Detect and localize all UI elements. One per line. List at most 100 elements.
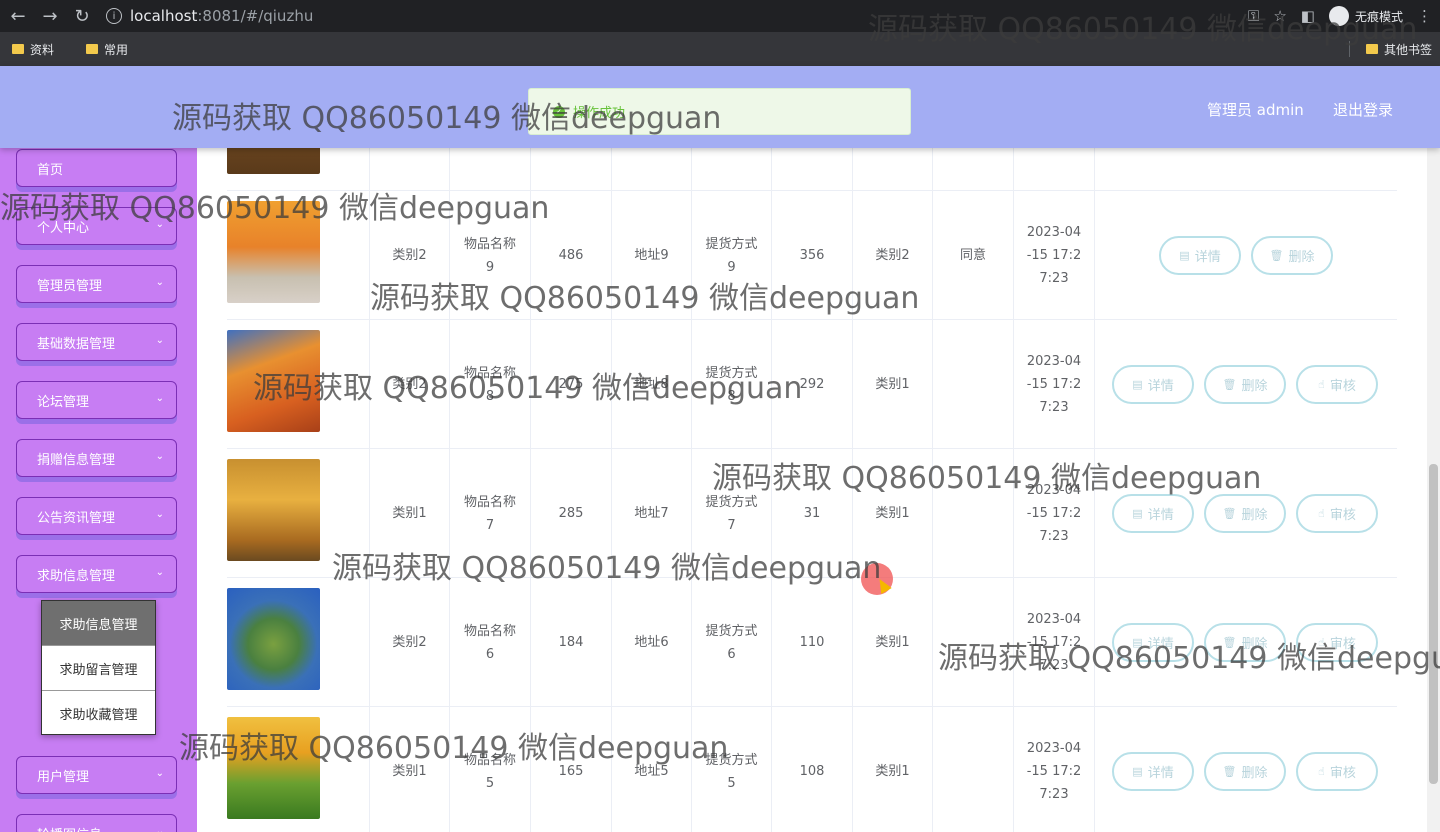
cell-text: 类别2 (392, 635, 427, 650)
bookmark-folder-1[interactable]: 常用 (86, 41, 128, 58)
cell-date: 2023-04 -15 17:2 7:23 (1014, 191, 1095, 320)
incognito-indicator[interactable]: 无痕模式 (1328, 6, 1403, 26)
cell-category: 类别1 (370, 707, 450, 832)
button-label: 删除 (1241, 637, 1268, 652)
logout-link[interactable]: 退出登录 (1333, 99, 1393, 120)
submenu-item-help-message[interactable]: 求助留言管理 (42, 646, 155, 691)
delete-icon: 🗑 (1269, 249, 1284, 262)
success-toast: ✓ 操作成功 (528, 88, 911, 135)
scrollbar-thumb[interactable] (1429, 464, 1438, 784)
cell-text: 类别2 (392, 248, 427, 263)
table-row: 类别1 物品名称 5 165 地址5 提货方式 5 108 类别1 2023-04 -15 1… (227, 707, 1397, 832)
other-bookmarks[interactable]: 其他书签 (1348, 32, 1432, 66)
bookmark-folder-0[interactable]: 资料 (12, 41, 54, 58)
cell-address: 地址5 (612, 707, 692, 832)
cell-text: 地址8 (634, 377, 669, 392)
delete-button[interactable]: 🗑 删除 (1204, 623, 1286, 662)
star-icon[interactable]: ☆ (1273, 7, 1286, 25)
sidebar-item-admin[interactable]: 管理员管理 ⌄ (16, 265, 177, 303)
cell-count (772, 148, 853, 191)
item-thumbnail[interactable] (227, 330, 320, 432)
sidebar-item-home[interactable]: 首页 (16, 149, 177, 187)
success-icon: ✓ (553, 105, 565, 118)
site-info-icon[interactable]: i (106, 8, 122, 24)
button-label: 详情 (1147, 508, 1174, 523)
detail-button[interactable]: ▤ 详情 (1112, 752, 1194, 791)
menu-icon[interactable]: ⋮ (1417, 7, 1432, 25)
submenu-item-help-favorite[interactable]: 求助收藏管理 (42, 691, 155, 736)
sidebar-item-label: 求助信息管理 (37, 568, 116, 584)
sidebar-item-news[interactable]: 公告资讯管理 ⌄ (16, 497, 177, 535)
cell-type (853, 148, 933, 191)
address-bar[interactable]: localhost:8081/#/qiuzhu (130, 7, 313, 25)
sidebar-item-label: 基础数据管理 (37, 336, 116, 352)
delete-button[interactable]: 🗑 删除 (1204, 494, 1286, 533)
cell-text: 31 (803, 506, 821, 521)
toast-message: 操作成功 (573, 106, 626, 121)
cell-text: 292 (799, 377, 825, 392)
cell-value: 486 (531, 191, 612, 320)
cell-text: 物品名称 9 (463, 236, 516, 275)
image-cell (227, 449, 370, 578)
item-thumbnail[interactable] (227, 459, 320, 561)
main-content: 7:23 类别2 物品名称 9 486 地址9 提货方式 9 356 类别2 同意 2023-04… (197, 148, 1427, 832)
sidebar-item-forum[interactable]: 论坛管理 ⌄ (16, 381, 177, 419)
cell-text: 物品名称 5 (463, 752, 516, 791)
cell-text: 提货方式 9 (705, 236, 758, 275)
sidebar-item-donation[interactable]: 捐赠信息管理 ⌄ (16, 439, 177, 477)
delete-button[interactable]: 🗑 删除 (1251, 236, 1333, 275)
cell-text: 同意 (959, 248, 986, 263)
sidebar-item-help[interactable]: 求助信息管理 ⌄ (16, 555, 177, 593)
cell-name: 物品名称 8 (450, 320, 531, 449)
back-icon[interactable]: ← (4, 2, 32, 30)
cell-count: 108 (772, 707, 853, 832)
review-button[interactable]: ☝ 审核 (1296, 365, 1378, 404)
table-row: 类别2 物品名称 9 486 地址9 提货方式 9 356 类别2 同意 2023-04 -15… (227, 191, 1397, 320)
bookmark-label: 常用 (104, 42, 129, 57)
item-thumbnail[interactable] (227, 717, 320, 819)
button-label: 详情 (1147, 766, 1174, 781)
table-row: 类别1 物品名称 7 285 地址7 提货方式 7 31 类别1 2023-04 -15 17… (227, 449, 1397, 578)
cell-text: 275 (558, 377, 584, 392)
delete-icon: 🗑 (1222, 378, 1237, 391)
key-icon[interactable]: ⚿ (1248, 7, 1259, 25)
item-thumbnail[interactable] (227, 201, 320, 303)
cell-address: 地址9 (612, 191, 692, 320)
submenu-item-help-info[interactable]: 求助信息管理 (42, 601, 155, 646)
review-button[interactable]: ☝ 审核 (1296, 623, 1378, 662)
cell-method: 提货方式 9 (692, 191, 772, 320)
item-thumbnail[interactable] (227, 148, 320, 174)
chevron-down-icon: ⌄ (155, 277, 164, 288)
reload-icon[interactable]: ↻ (68, 2, 96, 30)
cell-category: 类别2 (370, 320, 450, 449)
cell-date: 2023-04 -15 17:2 7:23 (1014, 320, 1095, 449)
delete-button[interactable]: 🗑 删除 (1204, 752, 1286, 791)
cell-text: 2023-04 -15 17:2 7:23 (1026, 483, 1082, 544)
page-scrollbar[interactable] (1427, 148, 1440, 832)
sidebar-item-profile[interactable]: 个人中心 ⌄ (16, 207, 177, 245)
url-path: :8081/#/qiuzhu (197, 7, 314, 25)
detail-button[interactable]: ▤ 详情 (1112, 365, 1194, 404)
side-panel-icon[interactable]: ◧ (1301, 7, 1315, 25)
delete-button[interactable]: 🗑 删除 (1204, 365, 1286, 404)
review-button[interactable]: ☝ 审核 (1296, 752, 1378, 791)
cell-method: 提货方式 8 (692, 320, 772, 449)
detail-button[interactable]: ▤ 详情 (1159, 236, 1241, 275)
review-button[interactable]: ☝ 审核 (1296, 494, 1378, 533)
forward-icon[interactable]: → (36, 2, 64, 30)
sidebar-item-label: 论坛管理 (37, 394, 90, 410)
sidebar-item-carousel[interactable]: 轮播图信息 ⌄ (16, 814, 177, 832)
cell-text: 提货方式 6 (705, 623, 758, 662)
button-label: 详情 (1147, 379, 1174, 394)
detail-button[interactable]: ▤ 详情 (1112, 623, 1194, 662)
sidebar-item-users[interactable]: 用户管理 ⌄ (16, 756, 177, 794)
sidebar-item-basedata[interactable]: 基础数据管理 ⌄ (16, 323, 177, 361)
item-thumbnail[interactable] (227, 588, 320, 690)
cell-text: 类别1 (875, 377, 910, 392)
admin-label: 管理员 admin (1207, 101, 1304, 119)
detail-icon: ▤ (1132, 765, 1143, 778)
cell-type: 类别2 (853, 191, 933, 320)
cell-text: 356 (799, 248, 825, 263)
cell-type: 类别1 (853, 578, 933, 707)
detail-button[interactable]: ▤ 详情 (1112, 494, 1194, 533)
